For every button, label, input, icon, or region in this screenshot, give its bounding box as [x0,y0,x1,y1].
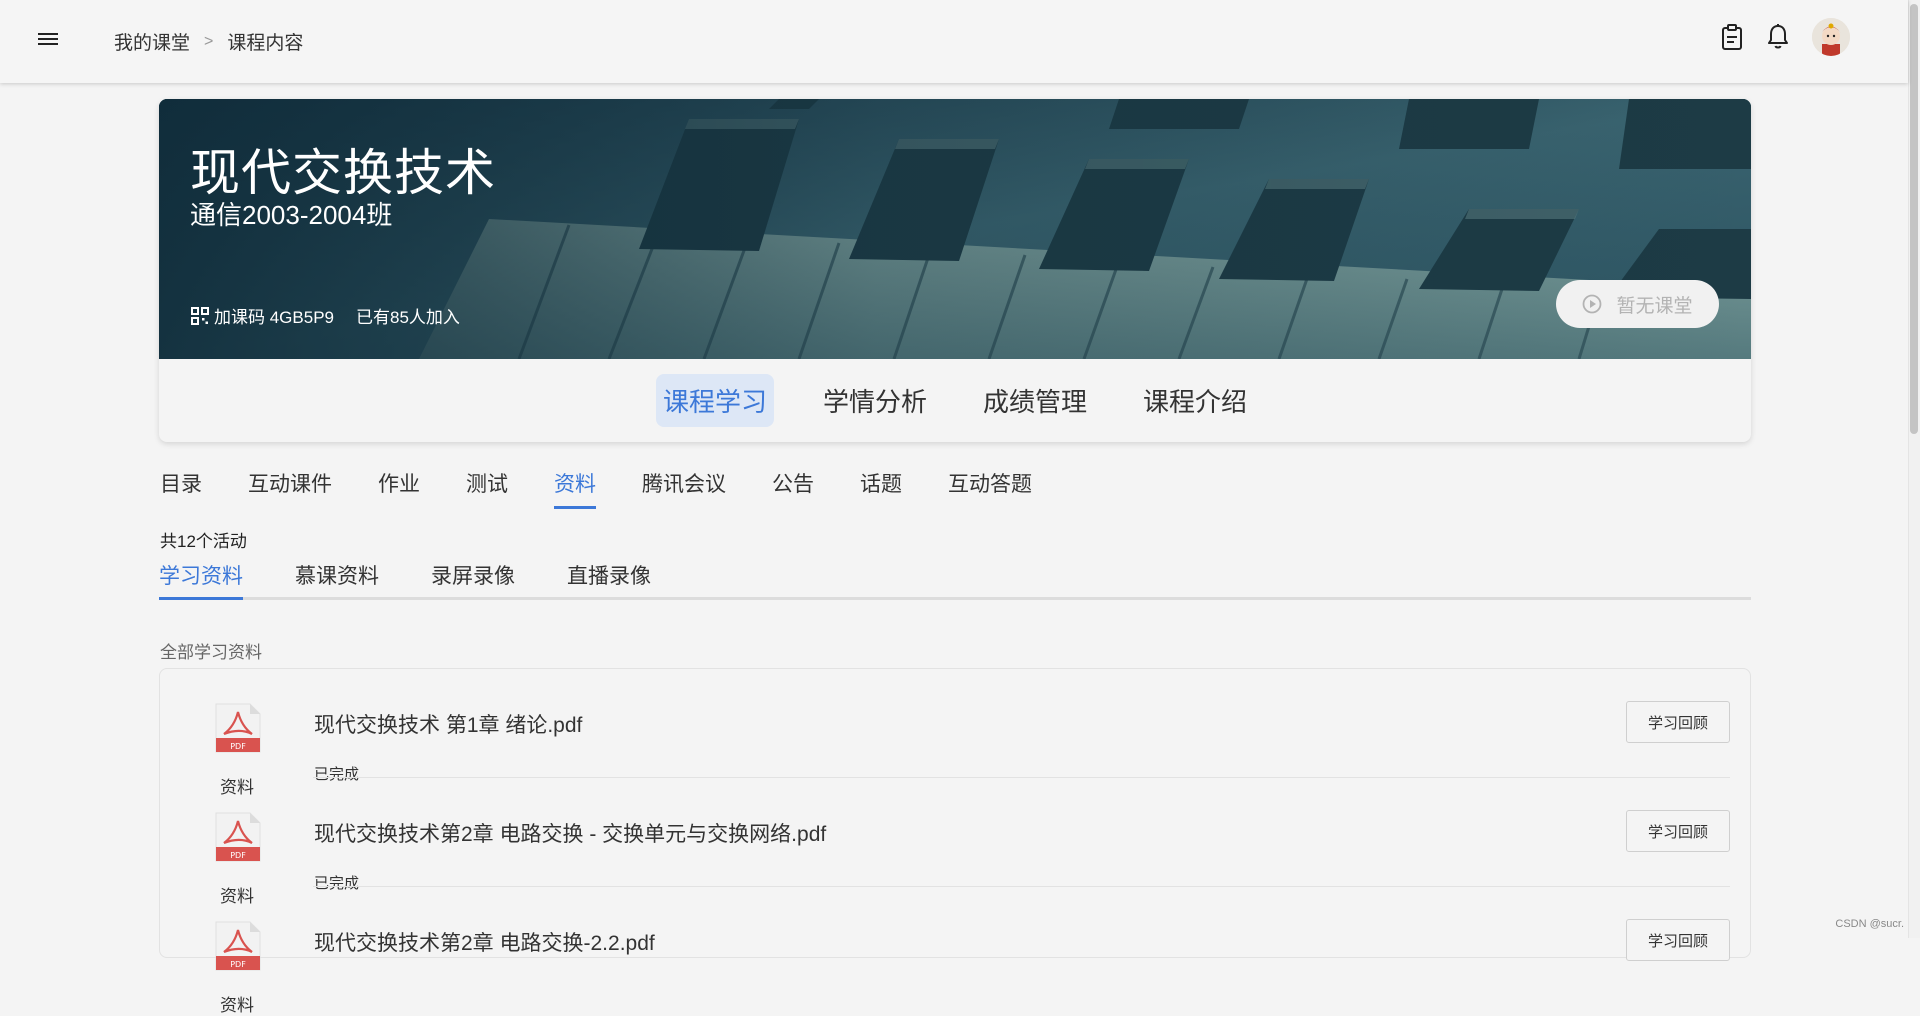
tab-course-intro[interactable]: 课程介绍 [1136,374,1254,427]
live-class-label: 暂无课堂 [1616,291,1692,318]
activity-count: 共12个活动 [160,527,247,552]
avatar[interactable] [1812,18,1850,56]
menu-icon[interactable] [36,30,60,52]
material-name[interactable]: 现代交换技术 第1章 绪论.pdf [314,709,582,739]
clipboard-icon[interactable] [1720,23,1744,51]
svg-text:PDF: PDF [230,960,246,969]
subnav-item-materials[interactable]: 资料 [554,468,596,509]
svg-text:PDF: PDF [230,851,246,860]
tab-mooc-materials[interactable]: 慕课资料 [295,557,379,597]
scrollbar-thumb[interactable] [1910,4,1918,434]
play-circle-icon [1582,294,1602,314]
pdf-file-icon: PDF [214,811,262,863]
live-class-button[interactable]: 暂无课堂 [1556,280,1719,328]
subnav-item-catalog[interactable]: 目录 [160,468,202,509]
course-banner: 现代交换技术 通信2003-2004班 加课码 4GB5P9 已有85人加入 暂… [159,99,1751,359]
tab-live-recordings[interactable]: 直播录像 [567,557,651,597]
pdf-file-icon: PDF [214,702,262,754]
subnav-item-tencent-meeting[interactable]: 腾讯会议 [642,468,726,509]
subnav-item-topic[interactable]: 话题 [860,468,902,509]
svg-text:PDF: PDF [230,742,246,751]
material-name[interactable]: 现代交换技术第2章 电路交换 - 交换单元与交换网络.pdf [314,818,826,848]
top-bar: 我的课堂 > 课程内容 [0,0,1908,83]
page-scrollbar[interactable] [1908,0,1920,938]
tab-course-study[interactable]: 课程学习 [656,374,774,427]
review-button[interactable]: 学习回顾 [1626,810,1730,852]
list-item[interactable]: PDF 资料 现代交换技术 第1章 绪论.pdf 已完成 学习回顾 [160,669,1750,778]
review-button[interactable]: 学习回顾 [1626,701,1730,743]
subnav-item-homework[interactable]: 作业 [378,468,420,509]
joined-count: 已有85人加入 [356,303,460,328]
subnav-item-test[interactable]: 测试 [466,468,508,509]
watermark: CSDN @sucr. [1835,918,1904,930]
list-item[interactable]: PDF 资料 现代交换技术第2章 电路交换-2.2.pdf 学习回顾 [160,887,1750,996]
resource-tabs: 学习资料 慕课资料 录屏录像 直播录像 [159,557,1751,600]
section-label: 全部学习资料 [160,638,262,663]
tab-learning-analytics[interactable]: 学情分析 [816,374,934,427]
pdf-file-icon: PDF [214,920,262,972]
sub-nav: 目录 互动课件 作业 测试 资料 腾讯会议 公告 话题 互动答题 [159,468,1078,509]
course-card: 现代交换技术 通信2003-2004班 加课码 4GB5P9 已有85人加入 暂… [159,99,1751,442]
review-button[interactable]: 学习回顾 [1626,919,1730,961]
bell-icon[interactable] [1766,23,1790,51]
join-code[interactable]: 加课码 4GB5P9 [214,303,334,328]
materials-list: PDF 资料 现代交换技术 第1章 绪论.pdf 已完成 学习回顾 PDF 资料… [159,668,1751,958]
qr-code-icon[interactable] [191,307,209,325]
material-kind: 资料 [220,991,254,1016]
breadcrumb: 我的课堂 > 课程内容 [114,28,303,55]
subnav-item-interactive-quiz[interactable]: 互动答题 [948,468,1032,509]
course-meta: 加课码 4GB5P9 已有85人加入 [191,303,460,328]
material-name[interactable]: 现代交换技术第2章 电路交换-2.2.pdf [314,927,655,957]
class-name: 通信2003-2004班 [190,195,392,232]
breadcrumb-my-classroom[interactable]: 我的课堂 [114,28,190,55]
tab-screen-recordings[interactable]: 录屏录像 [431,557,515,597]
subnav-item-announcement[interactable]: 公告 [772,468,814,509]
breadcrumb-course-content: 课程内容 [227,28,303,55]
tab-study-materials[interactable]: 学习资料 [159,557,243,597]
header-actions [1720,18,1850,56]
list-item[interactable]: PDF 资料 现代交换技术第2章 电路交换 - 交换单元与交换网络.pdf 已完… [160,778,1750,887]
tab-grade-management[interactable]: 成绩管理 [976,374,1094,427]
main-tabs: 课程学习 学情分析 成绩管理 课程介绍 [159,359,1751,442]
subnav-item-courseware[interactable]: 互动课件 [248,468,332,509]
chevron-right-icon: > [204,33,213,51]
